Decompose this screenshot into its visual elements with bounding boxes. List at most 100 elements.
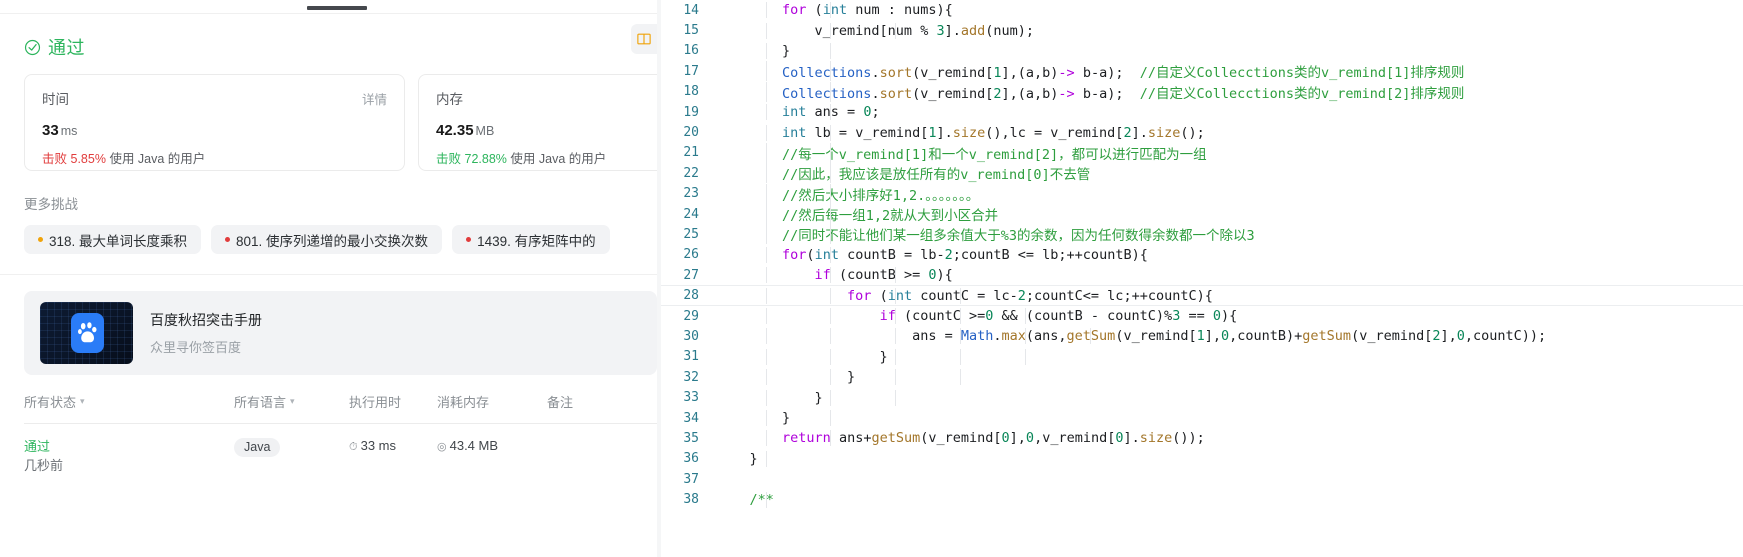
code-line[interactable]: 32 } bbox=[661, 367, 1743, 387]
code-editor[interactable]: 14 for (int num : nums){15 v_remind[num … bbox=[661, 0, 1743, 557]
memory-chip-icon: ◎ bbox=[437, 441, 447, 453]
memory-card-header: 内存 bbox=[436, 88, 657, 108]
active-tab-indicator[interactable] bbox=[307, 6, 367, 10]
code-line-text: return ans+getSum(v_remind[0],0,v_remind… bbox=[713, 430, 1713, 447]
indent-guide bbox=[1024, 348, 1026, 365]
code-token: . bbox=[871, 85, 880, 102]
row-status-link[interactable]: 通过 bbox=[24, 438, 234, 457]
line-number: 20 bbox=[683, 125, 699, 141]
code-line[interactable]: 35 return ans+getSum(v_remind[0],0,v_rem… bbox=[661, 428, 1743, 448]
memory-stat-card[interactable]: 内存 42.35 MB 击败 72.88% 使用 Java 的用户 bbox=[418, 74, 657, 171]
indent-guide bbox=[830, 287, 832, 304]
runtime-value: 33 bbox=[42, 122, 59, 139]
code-token: (),lc = v_remind[ bbox=[985, 124, 1124, 141]
code-line[interactable]: 29 if (countC >=0 && (countB - countC)%3… bbox=[661, 306, 1743, 326]
indent-guide bbox=[765, 2, 767, 19]
code-line-text: if (countC >=0 && (countB - countC)%3 ==… bbox=[713, 308, 1713, 325]
book-panel-toggle[interactable] bbox=[631, 24, 657, 54]
indent-guide bbox=[765, 224, 767, 245]
indent-guide bbox=[830, 246, 832, 263]
code-line-text: //然后每一组1,2就从大到小区合并 bbox=[713, 204, 1713, 225]
code-token: if bbox=[879, 308, 896, 325]
clock-icon: ⏱ bbox=[349, 441, 358, 453]
code-line[interactable]: 26 for(int countB = lb-2;countB <= lb;++… bbox=[661, 245, 1743, 265]
line-number: 25 bbox=[683, 226, 699, 242]
indent-guide bbox=[895, 369, 897, 386]
code-line[interactable]: 27 if (countB >= 0){ bbox=[661, 265, 1743, 285]
indent-guide bbox=[765, 42, 767, 59]
code-line[interactable]: 30 ans = Math.max(ans,getSum(v_remind[1]… bbox=[661, 326, 1743, 346]
promo-subtitle: 众里寻你签百度 bbox=[150, 340, 242, 355]
code-token: 2 bbox=[993, 85, 1002, 102]
memory-label: 内存 bbox=[436, 92, 463, 107]
code-line-text: ans = Math.max(ans,getSum(v_remind[1],0,… bbox=[713, 328, 1713, 345]
code-line[interactable]: 20 int lb = v_remind[1].size(),lc = v_re… bbox=[661, 122, 1743, 142]
indent-guide bbox=[830, 430, 832, 447]
code-token: size bbox=[1139, 430, 1173, 447]
code-line[interactable]: 34 } bbox=[661, 408, 1743, 428]
code-line[interactable]: 16 } bbox=[661, 41, 1743, 61]
code-line[interactable]: 28 for (int countC = lc-2;countC<= lc;++… bbox=[661, 285, 1743, 306]
code-line[interactable]: 18 Collections.sort(v_remind[2],(a,b)-> … bbox=[661, 81, 1743, 102]
column-header-status[interactable]: 所有状态 ▾ bbox=[24, 392, 234, 411]
code-line[interactable]: 15 v_remind[num % 3].add(num); bbox=[661, 20, 1743, 40]
code-line[interactable]: 14 for (int num : nums){ bbox=[661, 0, 1743, 20]
code-line[interactable]: 22 //因此，我应该是放任所有的v_remind[0]不去管 bbox=[661, 163, 1743, 184]
line-number: 27 bbox=[683, 267, 699, 283]
code-token: } bbox=[717, 42, 791, 59]
code-line[interactable]: 31 } bbox=[661, 347, 1743, 367]
challenge-label: 1439. 有序矩阵中的 bbox=[477, 233, 596, 249]
indent-guide bbox=[830, 369, 832, 386]
code-token: max bbox=[1001, 328, 1026, 345]
code-line[interactable]: 21 //每一个v_remind[1]和一个v_remind[2]，都可以进行匹… bbox=[661, 142, 1743, 163]
line-number: 19 bbox=[683, 104, 699, 120]
code-token: (v_remind[ bbox=[920, 430, 1002, 447]
challenge-tag[interactable]: 1439. 有序矩阵中的 bbox=[452, 225, 610, 254]
panel-tabbar bbox=[0, 0, 657, 14]
runtime-detail-link[interactable]: 详情 bbox=[362, 89, 387, 108]
runtime-beat-row: 击败 5.85% 使用 Java 的用户 bbox=[42, 148, 387, 167]
code-line[interactable]: 36 } bbox=[661, 449, 1743, 469]
code-line[interactable]: 19 int ans = 0; bbox=[661, 102, 1743, 122]
indent-guide bbox=[830, 81, 832, 102]
code-token: //自定义Collecctions类的v_remind[2]排序规则 bbox=[1139, 85, 1465, 102]
cell-language: Java bbox=[234, 438, 349, 457]
runtime-beat-suffix: 使用 Java 的用户 bbox=[109, 152, 206, 166]
indent-guide bbox=[895, 22, 897, 39]
indent-guide bbox=[765, 308, 767, 325]
runtime-stat-card[interactable]: 时间 详情 33 ms 击败 5.85% 使用 Java 的用户 bbox=[24, 74, 405, 171]
challenge-tag[interactable]: 801. 使序列递增的最小交换次数 bbox=[211, 225, 443, 254]
code-line[interactable]: 23 //然后大小排序好1,2.。。。。。。。 bbox=[661, 183, 1743, 204]
difficulty-dot-icon bbox=[225, 237, 231, 242]
runtime-value-row: 33 ms bbox=[42, 122, 387, 139]
code-token: ){ bbox=[936, 267, 953, 284]
code-line[interactable]: 17 Collections.sort(v_remind[1],(a,b)-> … bbox=[661, 61, 1743, 82]
code-token: 0 bbox=[1025, 430, 1035, 447]
code-line[interactable]: 33 } bbox=[661, 387, 1743, 407]
code-line[interactable]: 38 /** bbox=[661, 489, 1743, 509]
code-token: int bbox=[782, 104, 807, 121]
code-token: ,v_remind[ bbox=[1034, 430, 1116, 447]
indent-guide bbox=[765, 348, 767, 365]
table-row[interactable]: 通过 几秒前 Java ⏱ 33 ms ◎ 43.4 MB bbox=[24, 424, 657, 476]
code-line[interactable]: 25 //同时不能让他们某一组多余值大于%3的余数，因为任何数得余数都一个除以3 bbox=[661, 224, 1743, 245]
promo-banner[interactable]: 百度秋招突击手册 众里寻你签百度 bbox=[24, 291, 657, 375]
code-line[interactable]: 24 //然后每一组1,2就从大到小区合并 bbox=[661, 204, 1743, 225]
indent-guide bbox=[830, 142, 832, 163]
indent-guide bbox=[830, 183, 832, 204]
indent-guide bbox=[765, 328, 767, 345]
column-header-language[interactable]: 所有语言 ▾ bbox=[234, 392, 349, 411]
runtime-card-header: 时间 详情 bbox=[42, 88, 387, 108]
code-token: sort bbox=[879, 85, 913, 102]
challenge-tag[interactable]: 318. 最大单词长度乘积 bbox=[24, 225, 202, 254]
code-token: Math bbox=[960, 328, 994, 345]
check-circle-icon bbox=[24, 39, 41, 55]
code-line[interactable]: 37 bbox=[661, 469, 1743, 489]
code-token: if bbox=[814, 267, 831, 284]
code-token: -> bbox=[1058, 65, 1083, 82]
code-line-text: for (int num : nums){ bbox=[713, 2, 1713, 19]
column-label: 所有语言 bbox=[234, 395, 287, 410]
